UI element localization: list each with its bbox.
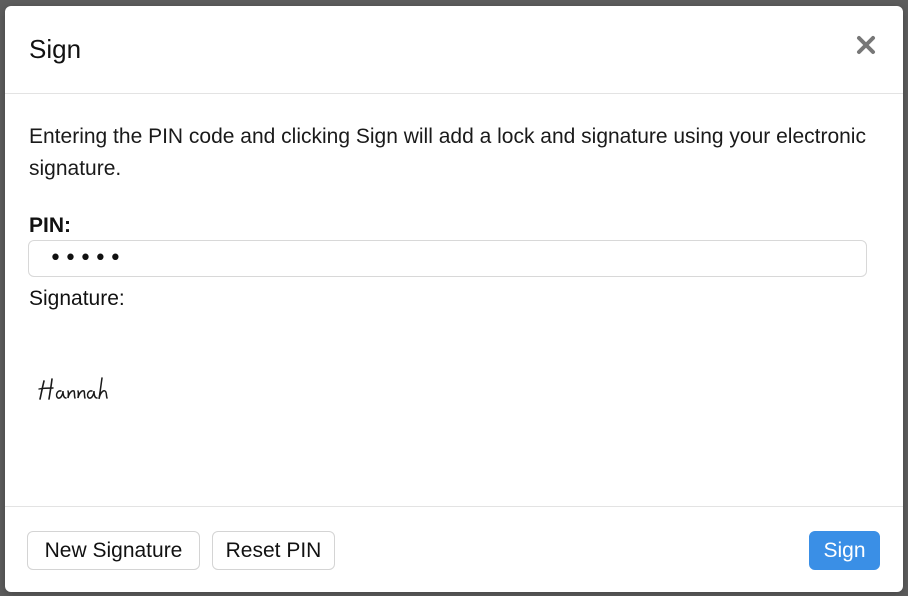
- close-icon: [857, 36, 875, 54]
- signature-drawing: [38, 377, 108, 400]
- new-signature-button[interactable]: New Signature: [27, 531, 200, 570]
- sign-button[interactable]: Sign: [809, 531, 880, 570]
- dialog-title: Sign: [29, 34, 82, 64]
- reset-pin-button[interactable]: Reset PIN: [212, 531, 335, 570]
- close-button[interactable]: [853, 32, 879, 58]
- signature-label: Signature:: [29, 287, 125, 310]
- dialog-body: Entering the PIN code and clicking Sign …: [5, 95, 903, 506]
- pin-label: PIN:: [29, 214, 71, 237]
- pin-input[interactable]: [28, 240, 867, 277]
- dialog-description: Entering the PIN code and clicking Sign …: [29, 125, 866, 180]
- dialog-header: Sign: [5, 6, 903, 94]
- dialog-footer: New Signature Reset PIN Sign: [5, 506, 903, 592]
- sign-dialog: Sign Entering the PIN code and clicking …: [5, 6, 903, 592]
- signature-pad[interactable]: [28, 321, 868, 491]
